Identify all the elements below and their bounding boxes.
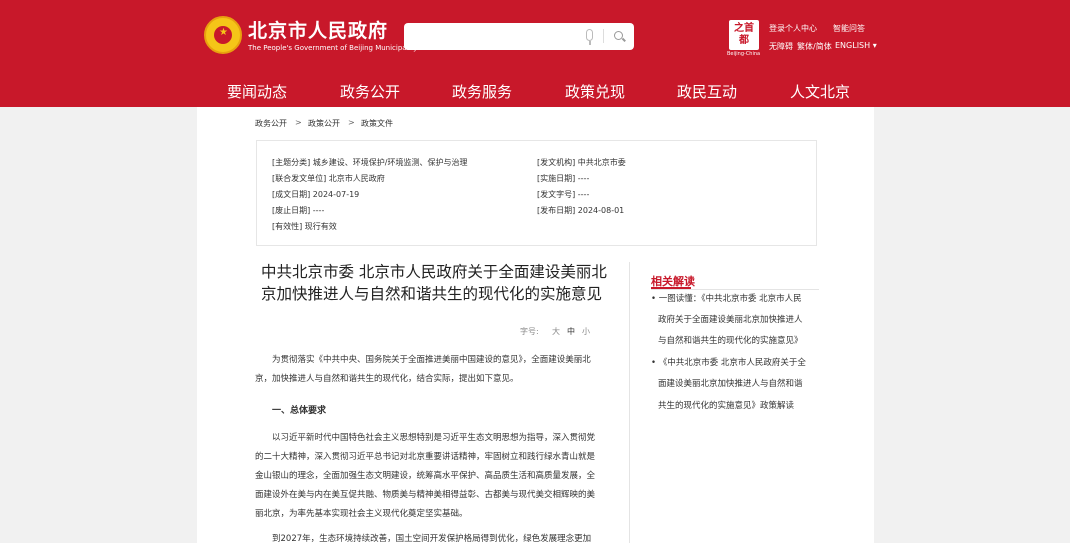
paragraph-2-line-1: 以习近平新时代中国特色社会主义思想特别是习近平生态文明思想为指导，深入贯彻党 <box>272 433 596 443</box>
info-category: [主题分类] 城乡建设、环境保护/环境监测、保护与治理 <box>272 158 468 167</box>
info-doc-number: [发文字号] ---- <box>537 190 590 199</box>
article-title-line-2: 京加快推进人与自然和谐共生的现代化的实施意见 <box>261 285 603 303</box>
related-item-2-line-3[interactable]: 共生的现代化的实施意见》政策解读 <box>651 396 821 417</box>
paragraph-2-line-5: 丽北京，为率先基本实现社会主义现代化奠定坚实基础。 <box>255 509 468 519</box>
paragraph-3-line-1: 到2027年，生态环境持续改善，国土空间开发保护格局得到优化，绿色发展理念更加 <box>272 534 592 543</box>
traditional-chinese-link[interactable]: 繁体/简体 <box>797 41 832 52</box>
info-written-date: [成文日期] 2024-07-19 <box>272 190 360 199</box>
breadcrumb-separator: > <box>348 118 355 127</box>
accessibility-link[interactable]: 无障碍 <box>769 41 793 52</box>
site-title[interactable]: 北京市人民政府 <box>248 16 388 43</box>
search-divider <box>603 29 604 43</box>
paragraph-2-line-2: 的二十大精神，深入贯彻习近平总书记对北京重要讲话精神，牢固树立和践行绿水青山就是 <box>255 452 596 462</box>
font-size-label: 字号: <box>520 327 539 336</box>
breadcrumb-item-gov-affairs[interactable]: 政务公开 <box>255 118 287 129</box>
article-title-line-1: 中共北京市委 北京市人民政府关于全面建设美丽北 <box>261 263 607 281</box>
nav-policy-fulfill[interactable]: 政策兑现 <box>565 81 625 102</box>
related-item-1-line-3[interactable]: 与自然和谐共生的现代化的实施意见》 <box>651 331 821 352</box>
font-size-small[interactable]: 小 <box>582 326 590 337</box>
related-item-1-line-1[interactable]: • 一图读懂：《中共北京市委 北京市人民 <box>651 289 821 310</box>
site-subtitle: The People's Government of Beijing Munic… <box>248 44 418 52</box>
national-emblem-icon[interactable]: ★ <box>204 16 242 54</box>
info-validity: [有效性] 现行有效 <box>272 222 337 231</box>
paragraph-2-line-3: 金山银山的理念，全面加强生态文明建设，统筹高水平保护、高品质生活和高质量发展，全 <box>255 471 596 481</box>
info-publish-date: [发布日期] 2024-08-01 <box>537 206 625 215</box>
paragraph-1-line-1: 为贯彻落实《中共中央、国务院关于全面推进美丽中国建设的意见》，全面建设美丽北 <box>272 355 591 365</box>
nav-culture[interactable]: 人文北京 <box>790 81 850 102</box>
related-item-2-line-1[interactable]: • 《中共北京市委 北京市人民政府关于全 <box>651 353 821 374</box>
info-effective-date: [实施日期] ---- <box>537 174 590 183</box>
section-1-heading: 一、总体要求 <box>272 406 327 416</box>
paragraph-1-line-2: 京，加快推进人与自然和谐共生的现代化，结合实际，提出如下意见。 <box>255 374 519 384</box>
related-item-1-line-2[interactable]: 政府关于全面建设美丽北京加快推进人 <box>651 310 821 331</box>
font-size-medium[interactable]: 中 <box>567 326 575 337</box>
microphone-icon[interactable] <box>586 29 593 41</box>
info-abolished-date: [废止日期] ---- <box>272 206 325 215</box>
breadcrumb-item-policy[interactable]: 政策公开 <box>308 118 340 129</box>
seal-text: 之首都 <box>734 23 754 46</box>
info-issuer: [发文机构] 中共北京市委 <box>537 158 626 167</box>
sidebar-divider <box>629 262 630 543</box>
paragraph-2-line-4: 面建设外在美与内在美互促共融、物质美与精神美相得益彰、古都美与现代美交相辉映的美 <box>255 490 596 500</box>
font-size-large[interactable]: 大 <box>552 326 560 337</box>
search-box <box>404 23 634 50</box>
info-joint-issuer: [联合发文单位] 北京市人民政府 <box>272 174 385 183</box>
related-item-2-line-2[interactable]: 面建设美丽北京加快推进人与自然和谐 <box>651 374 821 395</box>
capital-seal-logo[interactable]: 之首都 <box>729 20 759 50</box>
nav-gov-affairs[interactable]: 政务公开 <box>340 81 400 102</box>
nav-interaction[interactable]: 政民互动 <box>677 81 737 102</box>
language-switch[interactable]: ENGLISH ▾ <box>835 41 877 50</box>
smart-qa-link[interactable]: 智能问答 <box>833 23 865 34</box>
nav-gov-services[interactable]: 政务服务 <box>452 81 512 102</box>
search-icon[interactable] <box>614 31 623 40</box>
login-link[interactable]: 登录个人中心 <box>769 23 817 34</box>
site-header <box>0 0 1070 107</box>
search-input[interactable] <box>410 26 580 47</box>
breadcrumb-separator: > <box>295 118 302 127</box>
emblem-star-icon: ★ <box>219 27 228 38</box>
nav-news[interactable]: 要闻动态 <box>227 81 287 102</box>
microphone-stem <box>589 41 591 45</box>
seal-caption: Beijing-China <box>727 51 761 57</box>
breadcrumb-item-policy-docs[interactable]: 政策文件 <box>361 118 393 129</box>
